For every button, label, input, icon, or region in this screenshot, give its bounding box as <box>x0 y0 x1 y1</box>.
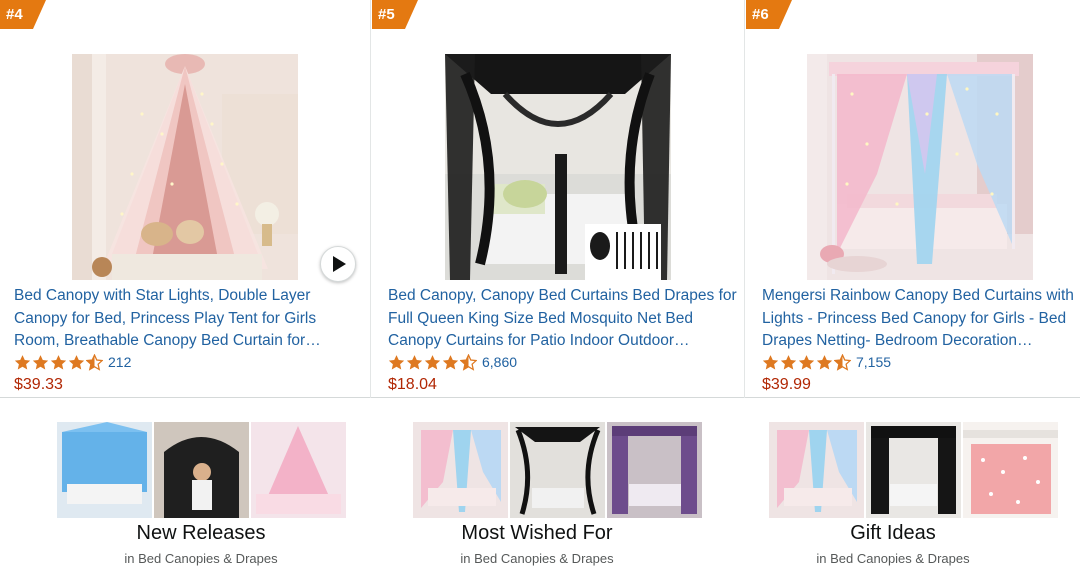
product-title-link[interactable]: Bed Canopy with Star Lights, Double Laye… <box>14 285 364 353</box>
star-half-icon <box>460 353 477 371</box>
product-price: $39.99 <box>762 376 811 393</box>
rank-badge: #6 <box>746 0 792 29</box>
star-full-icon <box>798 354 815 370</box>
category-title-link[interactable]: Gift Ideas <box>713 522 1073 545</box>
stars-4-5 <box>388 353 477 371</box>
category-thumbnail <box>251 422 346 518</box>
stars-4-5 <box>14 353 103 371</box>
category-thumbnail <box>769 422 864 518</box>
product-card[interactable]: #4 Bed Canopy with Star Lights, Double L… <box>0 0 370 398</box>
category-thumbnail <box>154 422 249 518</box>
most-wished-for-card[interactable]: Most Wished For in Bed Canopies & Drapes <box>360 422 720 580</box>
product-image[interactable] <box>72 54 298 280</box>
star-rating[interactable]: 212 <box>14 352 131 372</box>
category-thumbnail <box>57 422 152 518</box>
category-subtitle: in Bed Canopies & Drapes <box>124 551 278 566</box>
play-icon <box>333 256 346 272</box>
stars-4-5 <box>762 353 851 371</box>
product-price: $18.04 <box>388 376 437 393</box>
category-title-link[interactable]: New Releases <box>21 522 381 545</box>
product-image[interactable] <box>807 54 1033 280</box>
product-title-link[interactable]: Mengersi Rainbow Canopy Bed Curtains wit… <box>762 285 1080 353</box>
star-full-icon <box>442 354 459 370</box>
category-thumbnail <box>607 422 702 518</box>
star-full-icon <box>406 354 423 370</box>
rank-badge-label: #4 <box>6 6 23 23</box>
star-full-icon <box>780 354 797 370</box>
star-rating[interactable]: 6,860 <box>388 352 517 372</box>
category-subtitle: in Bed Canopies & Drapes <box>816 551 970 566</box>
bestseller-products-row: #4 Bed Canopy with Star Lights, Double L… <box>0 0 1080 398</box>
category-image-collage[interactable] <box>769 422 1058 518</box>
star-half-icon <box>86 353 103 371</box>
star-full-icon <box>14 354 31 370</box>
star-full-icon <box>424 354 441 370</box>
star-full-icon <box>50 354 67 370</box>
category-thumbnail <box>510 422 605 518</box>
gift-ideas-card[interactable]: Gift Ideas in Bed Canopies & Drapes <box>720 422 1080 580</box>
star-full-icon <box>32 354 49 370</box>
product-price: $39.33 <box>14 376 63 393</box>
category-thumbnail <box>866 422 961 518</box>
category-title-link[interactable]: Most Wished For <box>357 522 717 545</box>
star-half-icon <box>834 353 851 371</box>
rank-badge: #4 <box>0 0 46 29</box>
rank-badge-label: #5 <box>378 6 395 23</box>
product-card[interactable]: #6 Mengersi Rainbow Canopy Bed Curtains … <box>746 0 1080 398</box>
rank-badge: #5 <box>372 0 418 29</box>
product-card[interactable]: #5 Bed Canopy, Canopy Bed Curtains Bed D… <box>372 0 744 398</box>
category-image-collage[interactable] <box>57 422 346 518</box>
review-count: 6,860 <box>482 354 518 370</box>
category-thumbnail <box>413 422 508 518</box>
product-image[interactable] <box>445 54 671 280</box>
category-thumbnail <box>963 422 1058 518</box>
category-subtitle: in Bed Canopies & Drapes <box>460 551 614 566</box>
column-divider <box>370 0 371 398</box>
product-title-link[interactable]: Bed Canopy, Canopy Bed Curtains Bed Drap… <box>388 285 740 353</box>
column-divider <box>744 0 745 398</box>
star-full-icon <box>388 354 405 370</box>
star-full-icon <box>762 354 779 370</box>
play-video-button[interactable] <box>320 246 356 282</box>
star-full-icon <box>68 354 85 370</box>
star-rating[interactable]: 7,155 <box>762 352 891 372</box>
category-image-collage[interactable] <box>413 422 702 518</box>
review-count: 212 <box>108 354 132 370</box>
review-count: 7,155 <box>856 354 892 370</box>
new-releases-card[interactable]: New Releases in Bed Canopies & Drapes <box>0 422 360 580</box>
rank-badge-label: #6 <box>752 6 769 23</box>
star-full-icon <box>816 354 833 370</box>
